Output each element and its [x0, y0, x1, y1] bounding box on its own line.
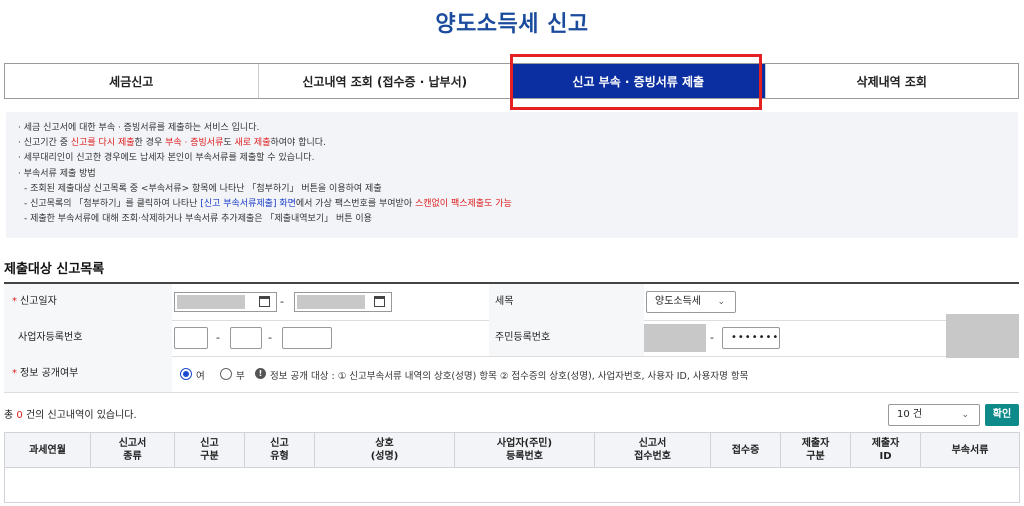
tab-deleted-history[interactable]: 삭제내역 조회 — [766, 64, 1019, 98]
notice-box: · 세금 신고서에 대한 부속 · 증빙서류를 제출하는 서비스 입니다. · … — [6, 112, 1018, 238]
disclose-yes-radio[interactable] — [180, 368, 192, 380]
col-header: 상호 (성명) — [314, 432, 455, 468]
disclose-yes-label[interactable]: 여 — [196, 368, 205, 382]
form-row-id: 사업자등록번호 - - 주민등록번호 - ••••••• — [4, 320, 1019, 357]
section-title: 제출대상 신고목록 — [4, 262, 105, 277]
resident-no-back-field[interactable]: ••••••• — [722, 327, 780, 349]
disclose-no-radio[interactable] — [220, 368, 232, 380]
notice-line: · 신고기간 중 신고를 다시 제출한 경우 부속 · 증빙서류도 새로 제출하… — [18, 138, 326, 149]
notice-line: - 신고목록의 「첨부하기」를 클릭하여 나타난 [신고 부속서류제출] 화면에… — [24, 199, 512, 210]
notice-line: · 세무대리인이 신고한 경우에도 납세자 본인이 부속서류를 제출할 수 있습… — [18, 153, 315, 164]
col-header: 사업자(주민) 등록번호 — [454, 432, 595, 468]
notice-line: · 세금 신고서에 대한 부속 · 증빙서류를 제출하는 서비스 입니다. — [18, 123, 260, 133]
col-header: 신고서 종류 — [90, 432, 175, 468]
report-date-label: * 신고일자 — [4, 284, 172, 320]
form-row-disclose: * 정보 공개여부 여 부 ! 정보 공개 대상 : ① 신고부속서류 내역의 상… — [4, 356, 1019, 393]
col-header: 과세연월 — [4, 432, 91, 468]
tab-bar: 세금신고 신고내역 조회 (접수증 · 납부서) 신고 부속 · 증빙서류 제출… — [4, 63, 1019, 99]
col-header: 신고 구분 — [174, 432, 245, 468]
col-header: 신고 유형 — [244, 432, 315, 468]
col-header: 접수증 — [710, 432, 781, 468]
biz-no-field-3[interactable] — [282, 327, 332, 349]
tax-item-label: 세목 — [489, 284, 644, 320]
notice-line: - 제출한 부속서류에 대해 조회·삭제하거나 부속서류 추가제출은 「제출내역… — [24, 214, 372, 225]
resident-no-separator: - — [710, 331, 714, 344]
info-icon: ! — [255, 368, 266, 379]
report-list-table: 과세연월 신고서 종류 신고 구분 신고 유형 상호 (성명) 사업자(주민) 등록번호 … — [4, 432, 1020, 503]
col-header: 신고서 접수번호 — [594, 432, 711, 468]
biz-no-field-2[interactable] — [230, 327, 262, 349]
biz-no-label: 사업자등록번호 — [4, 320, 172, 356]
table-header-row: 과세연월 신고서 종류 신고 구분 신고 유형 상호 (성명) 사업자(주민) 등록번호 … — [4, 432, 1020, 468]
tax-item-select[interactable]: 양도소득세 ⌄ — [646, 291, 736, 313]
page-title: 양도소득세 신고 — [435, 12, 589, 37]
side-action-block — [946, 314, 1019, 358]
col-header: 제출자 구분 — [780, 432, 851, 468]
col-header: 제출자 ID — [850, 432, 921, 468]
biz-no-separator: - — [216, 331, 220, 344]
disclose-note: 정보 공개 대상 : ① 신고부속서류 내역의 상호(성명) 항목 ② 접수증의… — [270, 371, 749, 382]
result-count: 총 0 건의 신고내역이 있습니다. — [4, 410, 137, 421]
resident-no-front-field[interactable] — [644, 324, 706, 352]
date-separator: - — [280, 295, 284, 308]
form-row-date: * 신고일자 - 세목 양도소득세 ⌄ — [4, 284, 1019, 321]
search-form: * 신고일자 - 세목 양도소득세 ⌄ 사업자등록번호 - - 주민등록번호 - •… — [4, 282, 1019, 393]
disclose-no-label[interactable]: 부 — [236, 368, 245, 382]
notice-line: - 조회된 제출대상 신고목록 중 <부속서류> 항목에 나타난 「첨부하기」 … — [24, 183, 382, 194]
tab-report-history[interactable]: 신고내역 조회 (접수증 · 납부서) — [259, 64, 512, 98]
calendar-icon[interactable] — [259, 296, 270, 307]
empty-row — [4, 467, 1020, 503]
calendar-icon[interactable] — [374, 296, 385, 307]
end-date-input[interactable] — [294, 292, 392, 312]
chevron-down-icon: ⌄ — [961, 410, 969, 420]
disclose-label: * 정보 공개여부 — [4, 356, 172, 392]
biz-no-separator: - — [268, 331, 272, 344]
notice-line: · 부속서류 제출 방법 — [18, 168, 96, 179]
resident-no-label: 주민등록번호 — [489, 320, 644, 356]
tab-tax-report[interactable]: 세금신고 — [5, 64, 259, 98]
col-header: 부속서류 — [920, 432, 1020, 468]
chevron-down-icon: ⌄ — [717, 297, 725, 307]
per-page-select[interactable]: 10 건 ⌄ — [888, 404, 980, 426]
start-date-input[interactable] — [174, 292, 277, 312]
table-row — [4, 467, 1020, 503]
biz-no-field-1[interactable] — [174, 327, 208, 349]
confirm-button[interactable]: 확인 — [985, 404, 1019, 426]
tab-submit-documents[interactable]: 신고 부속 · 증빙서류 제출 — [512, 64, 766, 98]
